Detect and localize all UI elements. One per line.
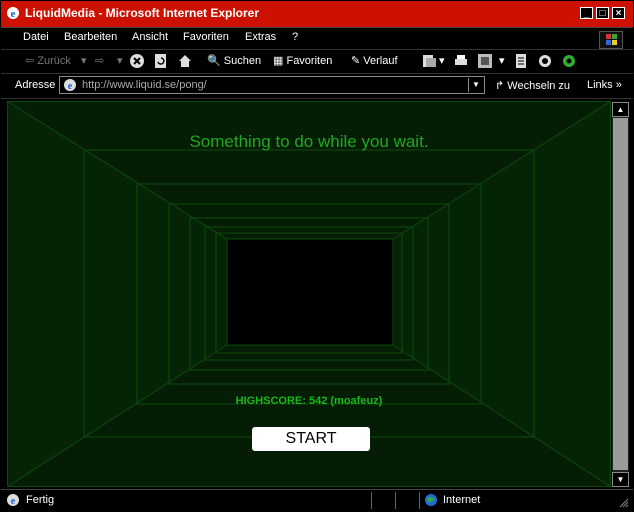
address-label: Adresse bbox=[15, 79, 56, 91]
back-arrow-icon: ⇦ bbox=[25, 55, 35, 67]
forward-dropdown-icon[interactable]: ▾ bbox=[117, 54, 123, 67]
search-icon: 🔍 bbox=[207, 55, 221, 67]
highscore-text: HIGHSCORE: 542 (moafeuz) bbox=[235, 395, 383, 407]
page-content: Something to do while you wait. HIGHSCOR… bbox=[7, 101, 611, 487]
chevron-right-icon: » bbox=[615, 79, 622, 91]
gear-icon[interactable] bbox=[561, 53, 577, 69]
status-divider bbox=[371, 492, 372, 509]
windows-logo-icon bbox=[599, 31, 623, 49]
menu-extras[interactable]: Extras bbox=[245, 31, 276, 43]
svg-text:e: e bbox=[11, 8, 16, 20]
forward-button[interactable]: ⇨ bbox=[95, 54, 104, 67]
internet-explorer-icon: e bbox=[7, 7, 19, 20]
title-bar: e LiquidMedia - Microsoft Internet Explo… bbox=[1, 1, 633, 27]
scroll-down-icon[interactable]: ▼ bbox=[612, 472, 629, 487]
resize-grip-icon[interactable] bbox=[619, 498, 629, 508]
discuss-icon[interactable] bbox=[513, 53, 529, 69]
search-label: Suchen bbox=[223, 55, 262, 67]
page-message: Something to do while you wait. bbox=[189, 132, 429, 151]
address-input[interactable]: e http://www.liquid.se/pong/ ▼ bbox=[59, 76, 485, 94]
history-icon: ✎ bbox=[351, 55, 361, 67]
menu-help[interactable]: ? bbox=[292, 31, 298, 43]
browser-window: e LiquidMedia - Microsoft Internet Explo… bbox=[0, 0, 634, 512]
mail-dropdown-icon[interactable]: ▾ bbox=[439, 54, 445, 67]
menu-ansicht[interactable]: Ansicht bbox=[132, 31, 168, 43]
edit-dropdown-icon[interactable]: ▾ bbox=[499, 54, 505, 67]
menu-bearbeiten[interactable]: Bearbeiten bbox=[64, 31, 117, 43]
close-button[interactable]: × bbox=[612, 7, 625, 19]
page-icon: e bbox=[64, 79, 76, 92]
mail-icon[interactable] bbox=[421, 53, 437, 69]
maximize-button[interactable]: □ bbox=[596, 7, 609, 19]
back-button[interactable]: ⇦ Zurück bbox=[25, 54, 71, 67]
menu-favoriten[interactable]: Favoriten bbox=[183, 31, 229, 43]
status-bar: e Fertig Internet bbox=[1, 489, 633, 512]
menu-datei[interactable]: Datei bbox=[23, 31, 49, 43]
stop-icon[interactable] bbox=[129, 53, 145, 69]
zone-text: Internet bbox=[443, 494, 481, 506]
history-label: Verlauf bbox=[363, 55, 398, 67]
status-text: Fertig bbox=[26, 494, 55, 506]
menu-bar: Datei Bearbeiten Ansicht Favoriten Extra… bbox=[1, 27, 633, 50]
edit-icon[interactable] bbox=[477, 53, 493, 69]
address-bar: Adresse e http://www.liquid.se/pong/ ▼ ↱… bbox=[1, 73, 633, 99]
minimize-button[interactable]: _ bbox=[580, 7, 593, 19]
go-arrow-icon: ↱ bbox=[495, 80, 505, 92]
refresh-icon[interactable] bbox=[153, 53, 169, 69]
favorites-icon: ▦ bbox=[273, 55, 284, 67]
start-button[interactable]: START bbox=[252, 427, 370, 451]
links-button[interactable]: Links » bbox=[587, 79, 622, 91]
back-label: Zurück bbox=[37, 55, 71, 67]
back-dropdown-icon[interactable]: ▾ bbox=[81, 54, 87, 67]
go-label: Wechseln zu bbox=[507, 80, 571, 92]
window-title: LiquidMedia - Microsoft Internet Explore… bbox=[25, 6, 260, 20]
favorites-button[interactable]: ▦ Favoriten bbox=[273, 54, 332, 67]
scroll-thumb[interactable] bbox=[613, 118, 628, 470]
address-url: http://www.liquid.se/pong/ bbox=[82, 79, 207, 91]
favorites-label: Favoriten bbox=[286, 55, 333, 67]
links-label: Links bbox=[587, 79, 613, 91]
svg-text:e: e bbox=[68, 81, 73, 92]
vertical-scrollbar[interactable]: ▲ ▼ bbox=[612, 102, 629, 487]
globe-icon bbox=[425, 494, 437, 506]
scroll-up-icon[interactable]: ▲ bbox=[612, 102, 629, 117]
status-divider bbox=[419, 492, 420, 509]
go-button[interactable]: ↱ Wechseln zu bbox=[495, 79, 570, 92]
history-button[interactable]: ✎ Verlauf bbox=[351, 54, 398, 67]
address-dropdown-icon[interactable]: ▼ bbox=[468, 78, 483, 92]
page-status-icon: e bbox=[7, 494, 19, 507]
messenger-icon[interactable] bbox=[537, 53, 553, 69]
svg-text:e: e bbox=[11, 496, 16, 507]
print-icon[interactable] bbox=[453, 53, 469, 69]
status-divider bbox=[395, 492, 396, 509]
search-button[interactable]: 🔍 Suchen bbox=[207, 54, 261, 67]
home-icon[interactable] bbox=[177, 53, 193, 69]
standard-toolbar: ⇦ Zurück ▾ ⇨ ▾ 🔍 Suchen ▦ Favoriten ✎ Ve… bbox=[1, 49, 633, 74]
